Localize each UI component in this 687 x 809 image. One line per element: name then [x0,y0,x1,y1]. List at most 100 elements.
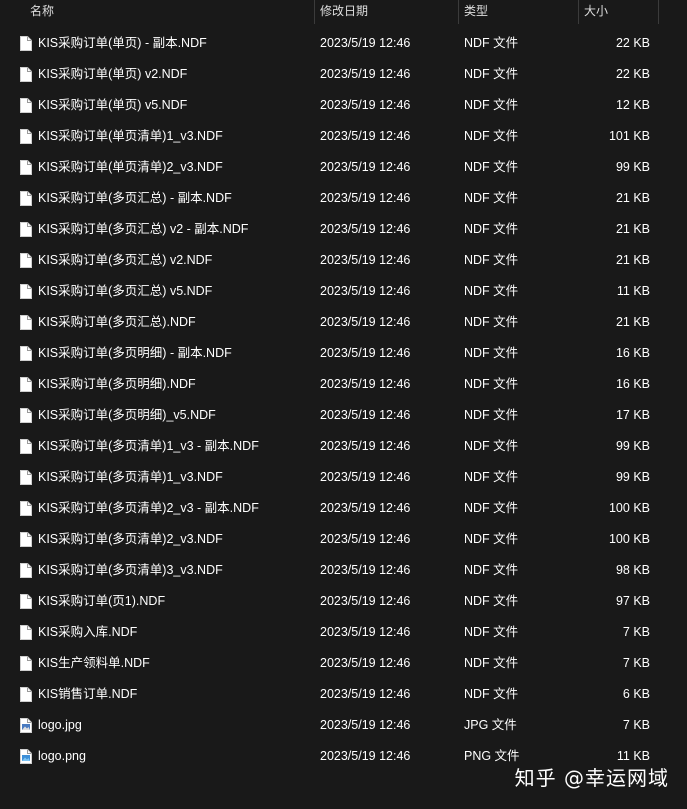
document-icon [20,532,32,547]
document-icon [20,377,32,392]
file-size: 22 KB [615,67,650,81]
file-explorer-window: 名称 修改日期 类型 大小 KIS采购订单(单页) - 副本.NDF 2023/5… [0,0,687,809]
file-size: 101 KB [608,129,650,143]
file-modified-date: 2023/5/19 12:46 [320,222,411,236]
file-type: NDF 文件 [464,98,519,112]
file-row[interactable]: logo.jpg 2023/5/19 12:46 JPG 文件 7 KB [0,710,687,741]
file-row[interactable]: KIS采购订单(多页汇总) v5.NDF 2023/5/19 12:46 NDF 文… [0,276,687,307]
file-type: NDF 文件 [464,625,519,639]
document-icon [20,222,32,237]
document-icon [20,594,32,609]
jpg-image-icon [20,718,32,733]
file-row[interactable]: KIS采购订单(多页明细) - 副本.NDF 2023/5/19 12:46 NDF… [0,338,687,369]
document-icon [20,36,32,51]
document-icon [20,625,32,640]
file-row[interactable]: KIS采购订单(单页清单)2_v3.NDF 2023/5/19 12:46 NDF … [0,152,687,183]
file-name: KIS采购订单(单页清单)2_v3.NDF [38,160,223,174]
file-type: NDF 文件 [464,501,519,515]
file-type: NDF 文件 [464,532,519,546]
file-type: NDF 文件 [464,191,519,205]
file-type: NDF 文件 [464,160,519,174]
file-name: KIS采购订单(多页清单)2_v3 - 副本.NDF [38,501,259,515]
file-type: NDF 文件 [464,439,519,453]
file-size: 99 KB [615,439,650,453]
file-name: KIS采购订单(多页汇总) v2.NDF [38,253,213,267]
png-image-icon [20,749,32,764]
file-name: KIS采购订单(多页汇总) v2 - 副本.NDF [38,222,249,236]
file-modified-date: 2023/5/19 12:46 [320,501,411,515]
file-size: 21 KB [615,315,650,329]
file-type: NDF 文件 [464,687,519,701]
column-header-date[interactable]: 修改日期 [314,0,458,24]
file-row[interactable]: KIS采购订单(页1).NDF 2023/5/19 12:46 NDF 文件 97 K… [0,586,687,617]
file-row[interactable]: KIS采购订单(多页清单)2_v3.NDF 2023/5/19 12:46 NDF … [0,524,687,555]
file-row[interactable]: KIS采购订单(多页汇总) v2.NDF 2023/5/19 12:46 NDF 文… [0,245,687,276]
file-row[interactable]: KIS采购订单(多页汇总) v2 - 副本.NDF 2023/5/19 12:46… [0,214,687,245]
file-name: KIS采购订单(单页) - 副本.NDF [38,36,207,50]
file-type: NDF 文件 [464,253,519,267]
file-name: KIS生产领料单.NDF [38,656,150,670]
file-size: 100 KB [608,532,650,546]
document-icon [20,67,32,82]
file-row[interactable]: KIS销售订单.NDF 2023/5/19 12:46 NDF 文件 6 KB [0,679,687,710]
file-row[interactable]: KIS采购订单(单页) - 副本.NDF 2023/5/19 12:46 NDF 文… [0,28,687,59]
file-row[interactable]: KIS采购订单(多页清单)1_v3.NDF 2023/5/19 12:46 NDF … [0,462,687,493]
file-name: KIS采购订单(多页清单)2_v3.NDF [38,532,223,546]
file-row[interactable]: KIS采购订单(单页) v2.NDF 2023/5/19 12:46 NDF 文件 2… [0,59,687,90]
file-modified-date: 2023/5/19 12:46 [320,98,411,112]
file-row[interactable]: KIS采购订单(单页) v5.NDF 2023/5/19 12:46 NDF 文件 1… [0,90,687,121]
column-header-name[interactable]: 名称 [24,0,314,24]
file-modified-date: 2023/5/19 12:46 [320,36,411,50]
file-row[interactable]: KIS采购订单(多页清单)2_v3 - 副本.NDF 2023/5/19 12:4… [0,493,687,524]
file-type: NDF 文件 [464,36,519,50]
file-size: 17 KB [615,408,650,422]
file-name: KIS采购入库.NDF [38,625,138,639]
file-row[interactable]: KIS采购订单(多页明细).NDF 2023/5/19 12:46 NDF 文件 16… [0,369,687,400]
file-name: KIS采购订单(多页汇总) v5.NDF [38,284,213,298]
file-modified-date: 2023/5/19 12:46 [320,284,411,298]
file-modified-date: 2023/5/19 12:46 [320,687,411,701]
file-modified-date: 2023/5/19 12:46 [320,439,411,453]
file-row[interactable]: KIS采购订单(多页汇总) - 副本.NDF 2023/5/19 12:46 NDF… [0,183,687,214]
file-list: KIS采购订单(单页) - 副本.NDF 2023/5/19 12:46 NDF 文… [0,28,687,772]
file-modified-date: 2023/5/19 12:46 [320,160,411,174]
file-type: NDF 文件 [464,594,519,608]
column-header-size[interactable]: 大小 [578,0,658,24]
file-row[interactable]: KIS采购订单(单页清单)1_v3.NDF 2023/5/19 12:46 NDF … [0,121,687,152]
file-size: 7 KB [622,718,650,732]
file-type: NDF 文件 [464,470,519,484]
file-modified-date: 2023/5/19 12:46 [320,532,411,546]
file-row[interactable]: KIS采购入库.NDF 2023/5/19 12:46 NDF 文件 7 KB [0,617,687,648]
file-row[interactable]: KIS采购订单(多页汇总).NDF 2023/5/19 12:46 NDF 文件 21… [0,307,687,338]
file-row[interactable]: KIS采购订单(多页清单)1_v3 - 副本.NDF 2023/5/19 12:4… [0,431,687,462]
file-name: KIS采购订单(多页明细).NDF [38,377,196,391]
file-modified-date: 2023/5/19 12:46 [320,253,411,267]
file-type: NDF 文件 [464,408,519,422]
file-name: KIS采购订单(单页) v5.NDF [38,98,188,112]
column-divider[interactable] [658,0,659,24]
file-size: 6 KB [622,687,650,701]
file-name: KIS采购订单(单页清单)1_v3.NDF [38,129,223,143]
file-type: NDF 文件 [464,346,519,360]
file-size: 21 KB [615,191,650,205]
file-type: NDF 文件 [464,222,519,236]
file-size: 16 KB [615,377,650,391]
file-row[interactable]: KIS生产领料单.NDF 2023/5/19 12:46 NDF 文件 7 KB [0,648,687,679]
file-name: KIS采购订单(多页汇总) - 副本.NDF [38,191,232,205]
file-row[interactable]: KIS采购订单(多页清单)3_v3.NDF 2023/5/19 12:46 NDF … [0,555,687,586]
file-modified-date: 2023/5/19 12:46 [320,129,411,143]
column-header-type[interactable]: 类型 [458,0,578,24]
file-row[interactable]: KIS采购订单(多页明细)_v5.NDF 2023/5/19 12:46 NDF 文… [0,400,687,431]
document-icon [20,439,32,454]
column-header-bar: 名称 修改日期 类型 大小 [0,0,687,24]
file-name: logo.png [38,749,86,763]
file-modified-date: 2023/5/19 12:46 [320,470,411,484]
file-type: NDF 文件 [464,129,519,143]
file-name: KIS采购订单(多页清单)1_v3.NDF [38,470,223,484]
document-icon [20,284,32,299]
file-modified-date: 2023/5/19 12:46 [320,718,411,732]
document-icon [20,160,32,175]
file-size: 22 KB [615,36,650,50]
file-size: 100 KB [608,501,650,515]
file-size: 11 KB [616,284,650,298]
